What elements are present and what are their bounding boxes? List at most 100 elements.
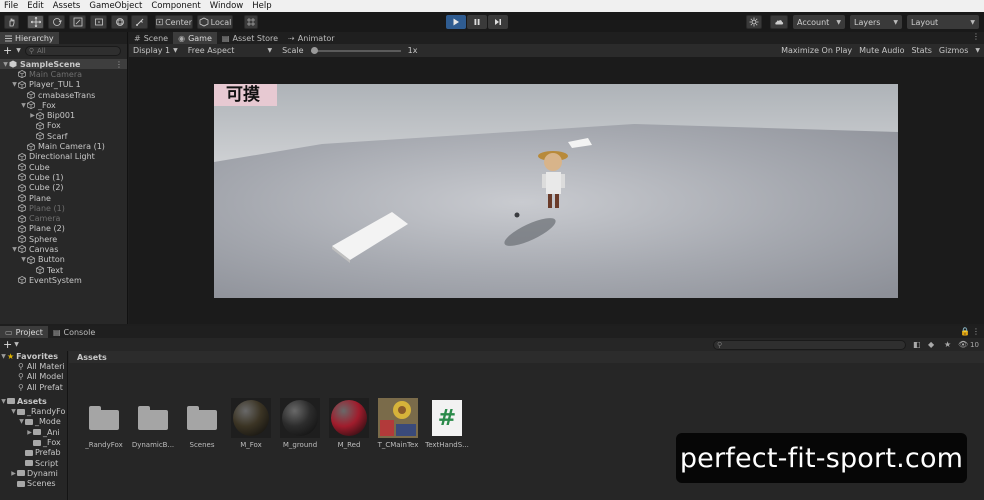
maximize-on-play-toggle[interactable]: Maximize On Play (781, 46, 852, 55)
chevron-right-icon[interactable]: ▶ (29, 112, 36, 119)
asset-scenes[interactable]: Scenes (180, 398, 224, 449)
hierarchy-item-sphere[interactable]: Sphere (0, 234, 127, 244)
step-button[interactable] (488, 15, 508, 29)
project-folder-prefab[interactable]: Prefab (0, 448, 67, 458)
chevron-down-icon[interactable]: ▼ (20, 102, 27, 109)
hierarchy-item-camera[interactable]: Camera (0, 213, 127, 223)
project-folder-ani[interactable]: ▶ _Ani (0, 427, 67, 437)
services-button[interactable] (746, 15, 762, 29)
label-filter-icon[interactable]: ◆ (928, 340, 934, 349)
custom-tool-button[interactable] (131, 15, 148, 29)
display-dropdown[interactable]: Display 1 ▼ (133, 46, 178, 55)
grid-snap-button[interactable] (244, 15, 258, 29)
scene-root[interactable]: ▼ SampleScene ⋮ (0, 59, 127, 70)
menu-window[interactable]: Window (210, 0, 244, 12)
project-folder-mode[interactable]: ▼ _Mode (0, 417, 67, 427)
layers-dropdown[interactable]: Layers ▼ (850, 15, 902, 29)
hierarchy-item-plane-1[interactable]: Plane (1) (0, 203, 127, 213)
search-by-type-icon[interactable]: ◧ (913, 340, 921, 349)
game-ui-button-text[interactable]: 可摸 (214, 84, 277, 106)
asset-m-fox[interactable]: M_Fox (229, 398, 273, 449)
hierarchy-item-cube[interactable]: Cube (0, 162, 127, 172)
menu-edit[interactable]: Edit (27, 0, 43, 12)
chevron-down-icon[interactable]: ▼ (975, 47, 980, 54)
hierarchy-item-button[interactable]: ▼ Button (0, 255, 127, 265)
tab-console[interactable]: ▤ Console (48, 326, 100, 338)
scale-slider[interactable] (310, 46, 401, 54)
move-tool-button[interactable] (27, 15, 44, 29)
chevron-down-icon[interactable]: ▼ (10, 408, 17, 415)
transform-tool-button[interactable] (111, 15, 128, 29)
menu-assets[interactable]: Assets (53, 0, 81, 12)
chevron-down-icon[interactable]: ▼ (20, 256, 27, 263)
favorite-item[interactable]: ⚲ All Materi (0, 361, 67, 371)
hierarchy-item-player-tul-1[interactable]: ▼ Player_TUL 1 (0, 80, 127, 90)
chevron-right-icon[interactable]: ▶ (10, 470, 17, 477)
project-search-input[interactable]: ⚲ (713, 339, 906, 350)
tab-hierarchy[interactable]: Hierarchy (0, 32, 59, 44)
scale-tool-button[interactable] (69, 15, 86, 29)
menu-help[interactable]: Help (252, 0, 271, 12)
hierarchy-item-cube-2[interactable]: Cube (2) (0, 183, 127, 193)
tab-project[interactable]: ▭ Project (0, 326, 48, 338)
hidden-packages-icon[interactable]: 👁 (958, 340, 968, 349)
chevron-down-icon[interactable]: ▼ (14, 341, 19, 348)
create-asset-button[interactable]: + (3, 338, 12, 351)
project-folder-fox[interactable]: _Fox (0, 437, 67, 447)
space-toggle[interactable]: Local (197, 15, 233, 29)
chevron-down-icon[interactable]: ▼ (11, 246, 18, 253)
hierarchy-item-text[interactable]: Text (0, 265, 127, 275)
hierarchy-item-cmabasetrans[interactable]: cmabaseTrans (0, 90, 127, 100)
hierarchy-item-scarf[interactable]: Scarf (0, 131, 127, 141)
hierarchy-item-plane[interactable]: Plane (0, 193, 127, 203)
hierarchy-item-fox[interactable]: Fox (0, 121, 127, 131)
create-button[interactable]: + (3, 44, 12, 57)
favorite-item[interactable]: ⚲ All Prefat (0, 382, 67, 392)
scene-menu-icon[interactable]: ⋮ (115, 60, 123, 69)
favorite-item[interactable]: ⚲ All Model (0, 372, 67, 382)
layout-dropdown[interactable]: Layout ▼ (907, 15, 979, 29)
asset-texthands[interactable]: # TextHandS... (425, 398, 469, 449)
hierarchy-item-canvas[interactable]: ▼ Canvas (0, 244, 127, 254)
pause-button[interactable] (467, 15, 487, 29)
hierarchy-item-main-camera-1[interactable]: Main Camera (1) (0, 141, 127, 151)
account-dropdown[interactable]: Account ▼ (793, 15, 845, 29)
pivot-toggle[interactable]: Center (155, 15, 193, 29)
chevron-right-icon[interactable]: ▶ (26, 429, 33, 436)
asset-dynamicb[interactable]: DynamicB... (131, 398, 175, 449)
view-menu-icon[interactable]: ⋮ (972, 32, 980, 41)
game-viewport[interactable]: 可摸 (214, 84, 898, 298)
asset-randyfox[interactable]: _RandyFox (82, 398, 126, 449)
scale-slider-handle[interactable] (310, 46, 318, 54)
hierarchy-item-directional-light[interactable]: Directional Light (0, 152, 127, 162)
project-folder-dynami[interactable]: ▶ Dynami (0, 468, 67, 478)
favorites-header[interactable]: ▼ ★ Favorites (0, 351, 67, 361)
favorite-star-icon[interactable]: ★ (944, 340, 951, 349)
menu-file[interactable]: File (4, 0, 18, 12)
tab-animator[interactable]: ⇢ Animator (283, 32, 339, 44)
project-folder-randyfo[interactable]: ▼ _RandyFo (0, 406, 67, 416)
asset-t-cmaintex[interactable]: T_CMainTex (376, 398, 420, 449)
hierarchy-item-bip001[interactable]: ▶ Bip001 (0, 110, 127, 120)
asset-m-red[interactable]: M_Red (327, 398, 371, 449)
chevron-down-icon[interactable]: ▼ (18, 418, 25, 425)
menu-gameobject[interactable]: GameObject (89, 0, 142, 12)
rotate-tool-button[interactable] (48, 15, 65, 29)
hierarchy-item-cube-1[interactable]: Cube (1) (0, 172, 127, 182)
chevron-down-icon[interactable]: ▼ (2, 61, 9, 68)
hierarchy-item-plane-2[interactable]: Plane (2) (0, 224, 127, 234)
tab-scene[interactable]: # Scene (129, 32, 173, 44)
aspect-dropdown[interactable]: Free Aspect ▼ (188, 46, 272, 55)
rect-tool-button[interactable] (90, 15, 107, 29)
project-folder-script[interactable]: Script (0, 458, 67, 468)
assets-root[interactable]: ▼ Assets (0, 396, 67, 406)
tab-asset-store[interactable]: ▤ Asset Store (217, 32, 283, 44)
tab-game[interactable]: ◉ Game (173, 32, 217, 44)
chevron-down-icon[interactable]: ▼ (16, 47, 21, 54)
hierarchy-search-input[interactable]: ⚲ All (24, 45, 121, 56)
panel-menu-icon[interactable]: ⋮ (972, 327, 980, 336)
hierarchy-item-eventsystem[interactable]: EventSystem (0, 275, 127, 285)
menu-component[interactable]: Component (151, 0, 200, 12)
play-button[interactable] (446, 15, 466, 29)
hand-tool-button[interactable] (4, 15, 19, 29)
